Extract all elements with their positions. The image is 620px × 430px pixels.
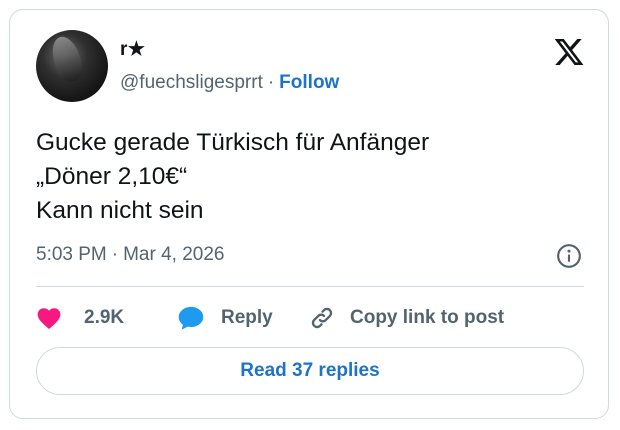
embedded-post-card: r★ @fuechsligesprrt · Follow Gucke gerade … [9, 9, 609, 419]
follow-button[interactable]: Follow [279, 72, 339, 93]
link-icon [311, 307, 333, 329]
copy-link-button[interactable]: Copy link to post [308, 303, 504, 333]
post-date: Mar 4, 2026 [123, 244, 225, 265]
post-text-line: Kann nicht sein [36, 197, 204, 224]
author-name[interactable]: r★ [120, 38, 145, 61]
reply-label: Reply [221, 307, 273, 328]
handle-separator: · [267, 72, 275, 93]
post-text-line: „Döner 2,10€“ [36, 163, 188, 190]
x-logo-icon[interactable] [553, 36, 585, 68]
post-text-line: Gucke gerade Türkisch für Anfänger [36, 129, 430, 156]
post-time: 5:03 PM [36, 244, 107, 265]
copy-link-label: Copy link to post [350, 307, 505, 328]
reply-bubble-icon [178, 306, 204, 330]
author-handle[interactable]: @fuechsligesprrt [120, 72, 263, 93]
author-handle-row: @fuechsligesprrt · Follow [120, 72, 339, 94]
like-button[interactable]: 2.9K [36, 303, 124, 333]
timestamp-separator: · [111, 244, 119, 265]
read-replies-button[interactable]: Read 37 replies [36, 347, 584, 395]
post-timestamp[interactable]: 5:03 PM · Mar 4, 2026 [36, 244, 225, 266]
heart-icon [37, 308, 61, 330]
divider [36, 286, 584, 287]
like-count: 2.9K [84, 307, 125, 328]
reply-button[interactable]: Reply [177, 303, 273, 333]
post-text: Gucke gerade Türkisch für Anfänger „Döne… [36, 126, 596, 228]
info-icon[interactable] [556, 243, 582, 269]
avatar[interactable] [36, 30, 108, 102]
